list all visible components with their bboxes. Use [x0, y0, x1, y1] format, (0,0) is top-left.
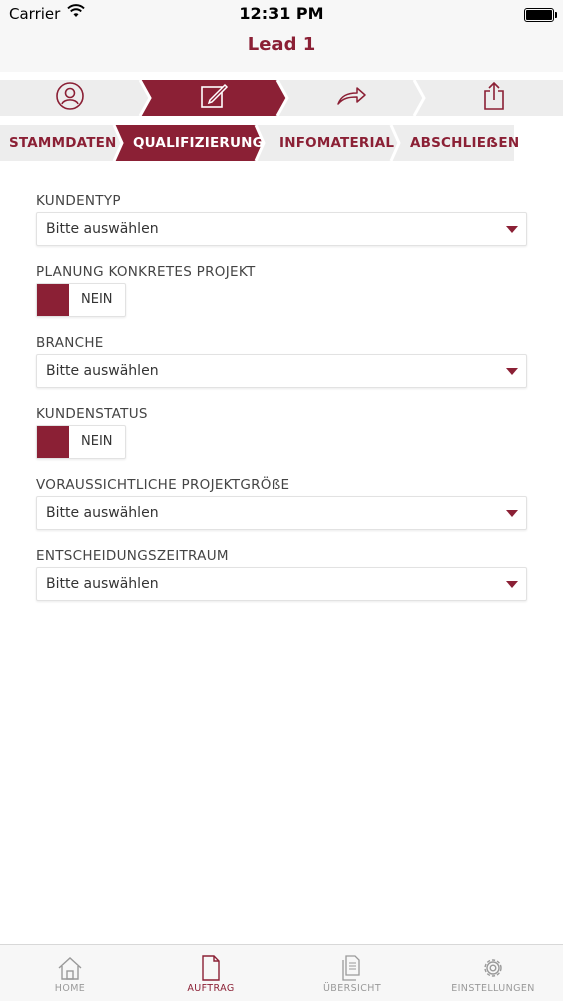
- chevron-down-icon: [506, 368, 518, 375]
- planung-label: PLANUNG KONKRETES PROJEKT: [36, 264, 256, 280]
- chevron-down-icon: [506, 510, 518, 517]
- edit-icon: [199, 82, 229, 114]
- tab-infomaterial-label: INFOMATERIAL: [279, 135, 395, 151]
- kundentyp-label: KUNDENTYP: [36, 193, 121, 209]
- qualification-form: KUNDENTYP Bitte auswählen PLANUNG KONKRE…: [36, 190, 527, 616]
- tab-infomaterial[interactable]: INFOMATERIAL: [264, 125, 395, 161]
- status-bar: Carrier 12:31 PM: [0, 0, 563, 30]
- person-circle-icon: [55, 81, 85, 115]
- tab-auftrag[interactable]: AUFTRAG: [141, 945, 281, 1001]
- kundenstatus-label: KUNDENSTATUS: [36, 406, 148, 422]
- tab-einstellungen[interactable]: EINSTELLUNGEN: [423, 945, 563, 1001]
- navigation-bar: Carrier 12:31 PM Lead 1: [0, 0, 563, 72]
- tab-abschliessen[interactable]: ABSCHLIEẞEN: [399, 125, 519, 161]
- gear-icon: [480, 955, 506, 985]
- tab-stammdaten[interactable]: STAMMDATEN: [0, 125, 117, 161]
- tab-qualifizierung[interactable]: QUALIFIZIERUNG: [122, 125, 264, 161]
- tab-auftrag-label: AUFTRAG: [187, 983, 235, 994]
- document-icon: [200, 955, 222, 985]
- kundenstatus-toggle[interactable]: NEIN: [36, 425, 126, 459]
- clock: 12:31 PM: [239, 4, 324, 23]
- projektgroesse-value: Bitte auswählen: [46, 505, 159, 521]
- step-bar: [0, 80, 563, 116]
- branche-select[interactable]: Bitte auswählen: [36, 354, 527, 388]
- share-icon: [481, 81, 507, 115]
- kundenstatus-value: NEIN: [81, 434, 113, 449]
- step-share[interactable]: [424, 80, 563, 116]
- entscheidung-label: ENTSCHEIDUNGSZEITRAUM: [36, 548, 229, 564]
- battery-icon: [524, 8, 557, 22]
- tab-stammdaten-label: STAMMDATEN: [9, 135, 117, 151]
- forward-arrow-icon: [335, 85, 367, 111]
- tab-uebersicht-label: ÜBERSICHT: [322, 983, 382, 994]
- tab-einstellungen-label: EINSTELLUNGEN: [451, 983, 535, 994]
- branche-value: Bitte auswählen: [46, 363, 159, 379]
- entscheidung-value: Bitte auswählen: [46, 576, 159, 592]
- sub-tabs: STAMMDATEN QUALIFIZIERUNG INFOMATERIAL A…: [0, 125, 563, 161]
- tab-bar: HOME AUFTRAG ÜBERSICHT EINSTELLUNGEN: [0, 944, 563, 1001]
- home-icon: [57, 955, 83, 985]
- planung-toggle[interactable]: NEIN: [36, 283, 126, 317]
- planung-value: NEIN: [81, 292, 113, 307]
- tab-abschliessen-label: ABSCHLIEẞEN: [410, 135, 520, 151]
- tab-qualifizierung-label: QUALIFIZIERUNG: [133, 135, 264, 151]
- entscheidung-select[interactable]: Bitte auswählen: [36, 567, 527, 601]
- step-qualify[interactable]: [150, 80, 277, 116]
- chevron-down-icon: [506, 226, 518, 233]
- kundentyp-value: Bitte auswählen: [46, 221, 159, 237]
- chevron-down-icon: [506, 581, 518, 588]
- tab-home[interactable]: HOME: [0, 945, 140, 1001]
- toggle-knob: [37, 426, 69, 458]
- documents-icon: [340, 955, 364, 985]
- kundentyp-select[interactable]: Bitte auswählen: [36, 212, 527, 246]
- branche-label: BRANCHE: [36, 335, 104, 351]
- tab-home-label: HOME: [54, 983, 86, 994]
- step-profile[interactable]: [0, 80, 140, 116]
- step-forward[interactable]: [287, 80, 414, 116]
- projektgroesse-label: VORAUSSICHTLICHE PROJEKTGRÖßE: [36, 477, 290, 493]
- projektgroesse-select[interactable]: Bitte auswählen: [36, 496, 527, 530]
- toggle-knob: [37, 284, 69, 316]
- tab-uebersicht[interactable]: ÜBERSICHT: [282, 945, 422, 1001]
- page-title: Lead 1: [247, 34, 316, 55]
